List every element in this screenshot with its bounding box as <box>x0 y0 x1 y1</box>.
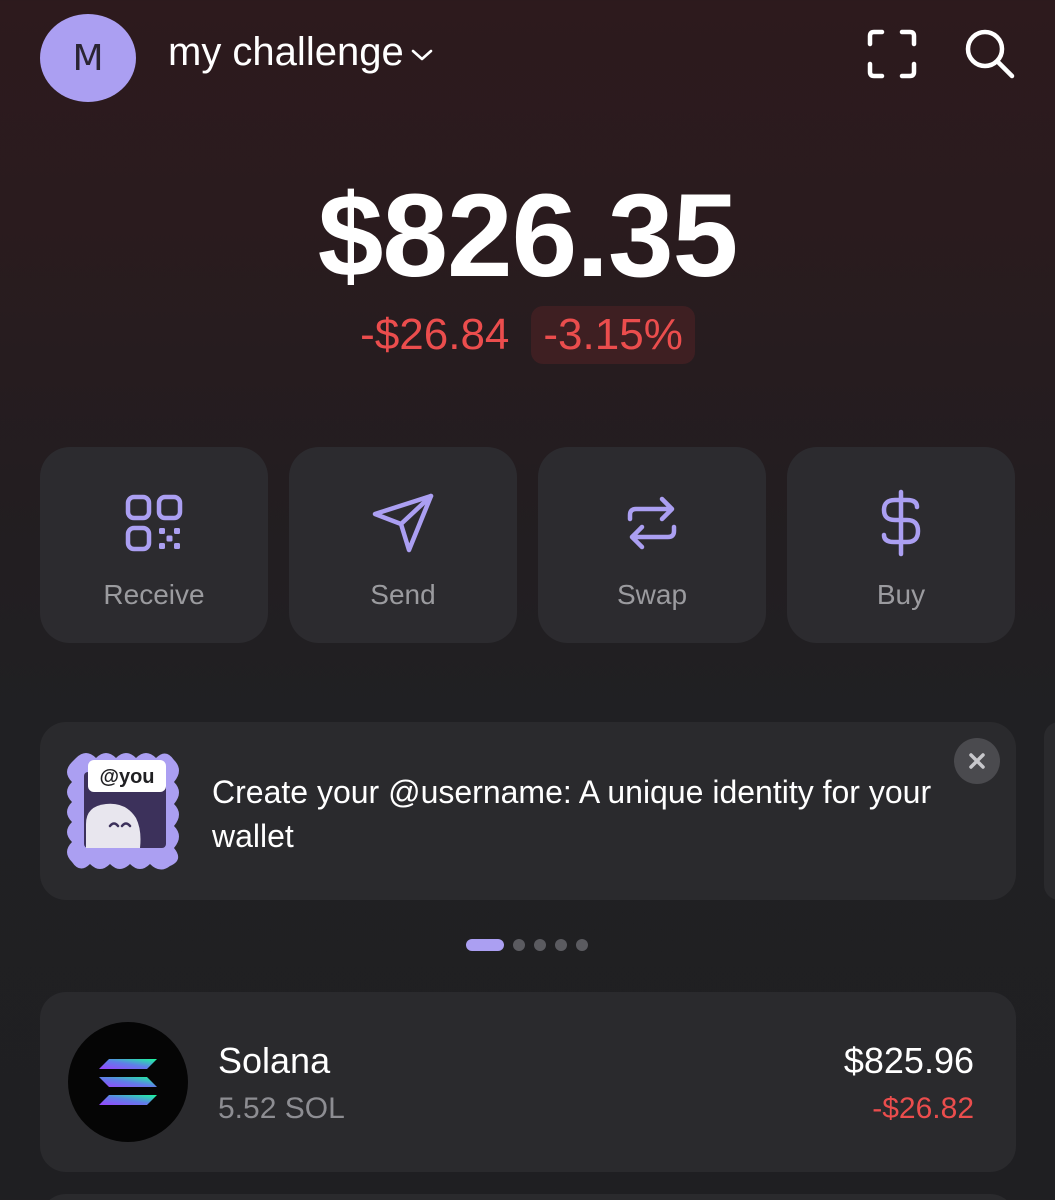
search-icon <box>965 29 1015 79</box>
carousel-dot[interactable] <box>576 939 588 951</box>
banner-message: Create your @username: A unique identity… <box>212 774 932 854</box>
buy-label: Buy <box>876 579 926 610</box>
top-bar: M my challenge <box>0 0 1055 110</box>
receive-button[interactable]: Receive <box>40 447 268 643</box>
token-change: -$26.82 <box>872 1092 974 1125</box>
account-switcher[interactable]: my challenge <box>168 30 434 75</box>
scan-frame-icon <box>867 29 917 79</box>
swap-arrows-icon <box>627 496 677 550</box>
token-value: $825.96 <box>843 1040 974 1081</box>
change-amount: -$26.84 <box>360 310 510 359</box>
send-label: Send <box>370 579 436 610</box>
swap-label: Swap <box>616 579 688 610</box>
balance-change: -$26.84 -3.15% <box>0 306 1055 364</box>
close-icon <box>969 753 985 769</box>
banner-close-button[interactable] <box>954 738 1000 784</box>
solana-logo-icon <box>99 1059 157 1105</box>
buy-button[interactable]: Buy <box>787 447 1015 643</box>
account-name: my challenge <box>168 30 404 74</box>
search-button[interactable] <box>962 26 1018 82</box>
next-token-row[interactable] <box>40 1194 1016 1200</box>
carousel-dot[interactable] <box>513 939 525 951</box>
carousel-dot[interactable] <box>534 939 546 951</box>
send-button[interactable]: Send <box>289 447 517 643</box>
scan-button[interactable] <box>864 26 920 82</box>
change-percent-badge: -3.15% <box>531 306 695 364</box>
token-amount: 5.52 SOL <box>218 1092 345 1125</box>
dollar-icon <box>881 489 921 557</box>
paper-plane-icon <box>372 493 434 553</box>
receive-label: Receive <box>103 579 205 610</box>
qr-code-icon <box>125 494 183 552</box>
token-logo <box>68 1022 188 1142</box>
carousel-dot[interactable] <box>555 939 567 951</box>
next-banner-card[interactable] <box>1044 722 1055 900</box>
carousel-dot-active[interactable] <box>466 939 504 951</box>
username-promo-banner[interactable]: @you Create your @username: A unique ide… <box>40 722 1016 900</box>
account-avatar[interactable]: M <box>40 14 136 102</box>
action-buttons: Receive Send Swap Buy <box>40 447 1015 643</box>
swap-button[interactable]: Swap <box>538 447 766 643</box>
username-badge-illustration: @you <box>62 748 184 879</box>
token-row-solana[interactable]: Solana 5.52 SOL $825.96 -$26.82 <box>40 992 1016 1172</box>
chevron-down-icon <box>411 49 432 60</box>
token-name: Solana <box>218 1040 331 1081</box>
total-balance: $826.35 <box>317 170 739 302</box>
carousel-pagination <box>466 939 588 951</box>
badge-text: @you <box>99 766 154 788</box>
